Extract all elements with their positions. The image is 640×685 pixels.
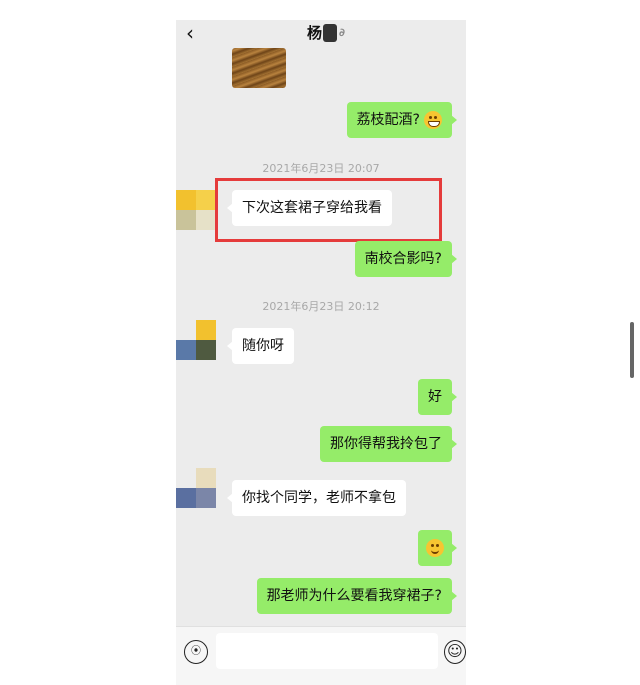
timestamp: 2021年6月23日 20:07 — [262, 162, 380, 175]
highlight-box — [215, 178, 442, 242]
smile-emoji-icon — [426, 539, 444, 557]
timestamp: 2021年6月23日 20:12 — [262, 300, 380, 313]
message-bubble[interactable]: 那你得帮我拎包了 — [320, 426, 457, 462]
emoji-icon[interactable]: ☺ — [444, 640, 466, 664]
image-message[interactable] — [232, 48, 286, 88]
message-bubble[interactable]: 南校合影吗? — [354, 241, 458, 277]
chevron-left-icon[interactable]: ‹ — [186, 22, 194, 44]
message-bubble[interactable]: 好 — [418, 379, 457, 415]
avatar[interactable] — [176, 468, 216, 508]
redacted-name-block — [323, 24, 338, 42]
message-text: 荔枝配酒? — [356, 112, 420, 128]
message-bubble[interactable]: 随你呀 — [227, 328, 294, 364]
contact-name: 杨 — [307, 24, 323, 42]
voice-icon[interactable]: ⦿ — [184, 640, 208, 664]
message-bubble[interactable]: 你找个同学，老师不拿包 — [227, 480, 406, 516]
message-input[interactable] — [216, 633, 438, 669]
chat-window: ‹ 杨 ∂ 荔枝配酒? 2021年6月23日 20:07 下次这套裙子穿给我看 南… — [176, 20, 466, 685]
avatar[interactable] — [176, 320, 216, 360]
grin-emoji-icon — [424, 111, 442, 129]
contact-title: 杨 ∂ — [307, 24, 345, 42]
chat-header: ‹ 杨 ∂ — [176, 20, 466, 46]
input-bar: ⦿ ☺ — [176, 626, 466, 685]
message-bubble[interactable]: 那老师为什么要看我穿裙子? — [256, 578, 458, 614]
scrollbar[interactable] — [630, 322, 634, 378]
message-bubble[interactable]: 荔枝配酒? — [346, 102, 458, 138]
emoji-message[interactable] — [418, 530, 457, 566]
ear-icon: ∂ — [339, 26, 345, 39]
avatar[interactable] — [176, 190, 216, 230]
